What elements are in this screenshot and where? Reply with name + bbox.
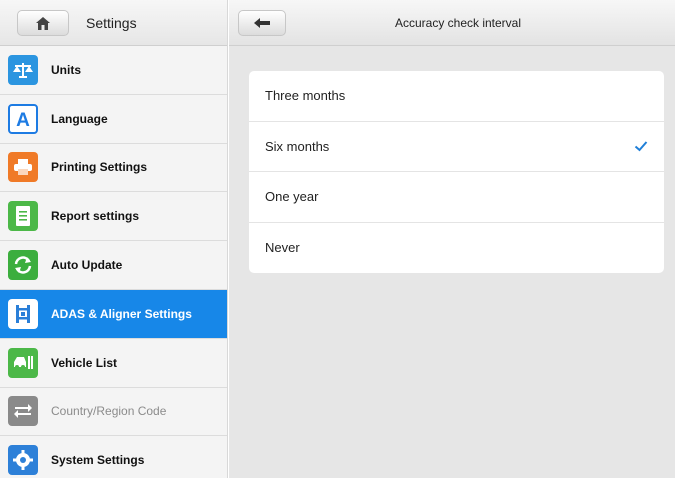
home-icon [36,16,50,30]
option-label: Three months [265,88,346,104]
sidebar-item-language[interactable]: A Language [0,94,227,144]
option-label: Never [265,240,300,256]
sidebar-item-label: Units [51,62,81,77]
main-header: Accuracy check interval [229,0,675,46]
sidebar-item-adas-aligner-settings[interactable]: ADAS & Aligner Settings [0,289,227,339]
option-three-months[interactable]: Three months [249,71,664,122]
option-label: Six months [265,138,330,154]
printer-icon [8,152,38,183]
arrows-icon [8,396,38,427]
sidebar-item-label: Auto Update [51,258,123,273]
adas-icon [8,298,38,329]
sidebar-item-printing-settings[interactable]: Printing Settings [0,143,227,193]
sidebar-item-report-settings[interactable]: Report settings [0,192,227,242]
sidebar-item-vehicle-list[interactable]: Vehicle List [0,338,227,388]
interval-options-list: Three months Six months One year Never [249,71,664,273]
option-one-year[interactable]: One year [249,172,664,223]
option-label: One year [265,189,319,205]
option-never[interactable]: Never [249,223,664,274]
gear-icon [8,445,38,476]
home-button[interactable] [17,10,69,36]
sidebar-item-label: Country/Region Code [51,404,167,419]
sidebar-item-label: Printing Settings [51,160,147,175]
sidebar-title: Settings [86,15,137,31]
vehicle-list-icon [8,347,38,378]
sidebar-item-label: ADAS & Aligner Settings [51,306,192,321]
option-six-months[interactable]: Six months [249,122,664,172]
letter-a-icon: A [8,103,38,134]
sidebar-header: Settings [0,0,227,46]
sidebar-item-label: System Settings [51,453,145,468]
sidebar-item-units[interactable]: Units [0,46,227,95]
scale-icon [8,54,38,85]
sidebar-item-label: Language [51,111,108,126]
report-icon [8,201,38,232]
sidebar-item-label: Report settings [51,209,140,224]
settings-menu: Units A Language Printing Settings Repor… [0,46,227,478]
page-title: Accuracy check interval [394,16,522,30]
refresh-icon [8,250,38,281]
sidebar-item-system-settings[interactable]: System Settings [0,436,227,478]
sidebar-item-auto-update[interactable]: Auto Update [0,241,227,290]
sidebar: Settings Units A Language Printing Setti… [0,0,228,478]
sidebar-item-label: Vehicle List [51,355,118,370]
main-panel: Accuracy check interval Three months Six… [229,0,675,478]
svg-text:A: A [16,110,30,129]
checkmark-icon [634,141,648,152]
sidebar-item-country-region-code[interactable]: Country/Region Code [0,387,227,437]
